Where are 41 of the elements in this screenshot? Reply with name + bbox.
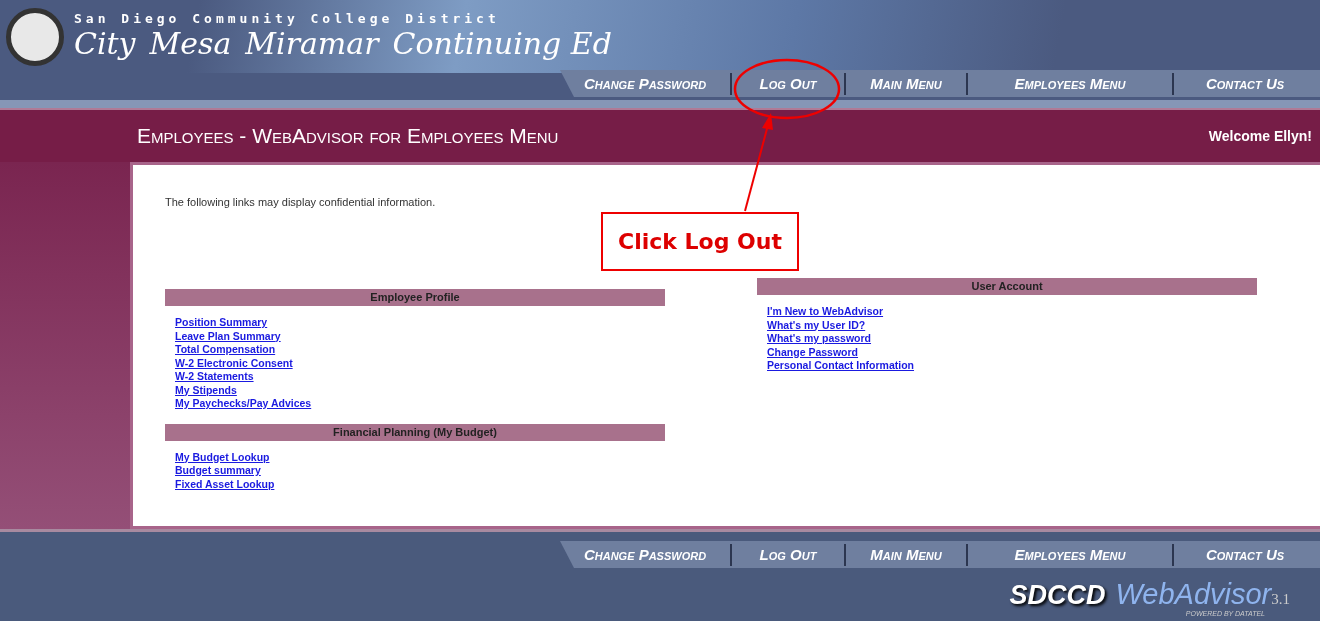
menu-link[interactable]: Personal Contact Information (767, 359, 914, 373)
district-name: San Diego Community College District (74, 11, 501, 26)
menu-link[interactable]: My Stipends (175, 383, 237, 397)
menu-link[interactable]: Fixed Asset Lookup (175, 477, 275, 491)
college-name: Miramar (245, 26, 379, 62)
nav-link[interactable]: Employees Menu (968, 543, 1174, 566)
nav-link[interactable]: Main Menu (846, 72, 968, 95)
college-name: Mesa (149, 26, 232, 62)
menu-link[interactable]: Total Compensation (175, 343, 276, 357)
brand-name: SDCCD (1009, 580, 1106, 611)
college-name: Continuing Ed (392, 26, 612, 62)
nav-link[interactable]: Change Password (560, 72, 732, 95)
nav-link[interactable]: Employees Menu (968, 72, 1174, 95)
section-heading: Financial Planning (My Budget) (165, 423, 665, 441)
menu-link[interactable]: W-2 Statements (175, 370, 254, 384)
nav-link[interactable]: Main Menu (846, 543, 968, 566)
nav-link[interactable]: Log Out (732, 72, 846, 95)
menu-link[interactable]: Budget summary (175, 464, 261, 478)
callout-label: Click Log Out (601, 212, 799, 271)
section-heading: User Account (757, 278, 1257, 295)
menu-link[interactable]: What's my password (767, 332, 872, 346)
menu-link[interactable]: My Paychecks/Pay Advices (175, 397, 312, 411)
page-title: Employees - WebAdvisor for Employees Menu (137, 124, 559, 148)
college-seal-icon (6, 7, 64, 66)
nav-link[interactable]: Contact Us (1174, 72, 1316, 95)
menu-link[interactable]: Change Password (767, 345, 859, 359)
version-number: 3.1 (1271, 591, 1290, 608)
menu-link[interactable]: Position Summary (175, 316, 268, 330)
college-name: City (74, 26, 136, 62)
nav-link[interactable]: Contact Us (1174, 543, 1316, 566)
menu-link[interactable]: W-2 Electronic Consent (175, 356, 293, 370)
product-name: WebAdvisor (1115, 578, 1272, 611)
section-heading: Employee Profile (165, 289, 665, 306)
menu-link[interactable]: What's my User ID? (767, 318, 866, 332)
welcome-text: Welcome Ellyn! (1208, 128, 1312, 144)
notice-text: The following links may display confidential information. (165, 196, 436, 208)
nav-link[interactable]: Log Out (732, 543, 846, 566)
menu-link[interactable]: I'm New to WebAdvisor (767, 305, 884, 319)
menu-link[interactable]: Leave Plan Summary (175, 329, 281, 343)
menu-link[interactable]: My Budget Lookup (175, 450, 270, 464)
nav-link[interactable]: Change Password (560, 543, 732, 566)
